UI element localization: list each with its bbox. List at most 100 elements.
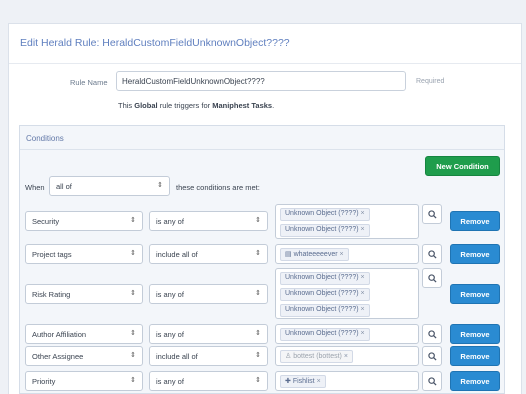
condition-value-tokenizer[interactable]: ▤ whateeeeever ×	[275, 244, 419, 264]
remove-condition-button[interactable]: Remove	[450, 211, 500, 231]
page-title: Edit Herald Rule: HeraldCustomFieldUnkno…	[20, 37, 290, 49]
conditions-panel: Conditions New Condition When all of ⇕ t…	[19, 125, 505, 394]
updown-arrow-icon: ⇕	[255, 352, 261, 359]
value-token[interactable]: Unknown Object (????) ×	[280, 208, 370, 221]
close-icon[interactable]: ×	[317, 378, 321, 385]
token-label: bottest (bottest)	[293, 353, 342, 360]
search-icon	[427, 273, 437, 283]
new-condition-button[interactable]: New Condition	[425, 156, 500, 176]
value-token[interactable]: Unknown Object (????) ×	[280, 304, 370, 317]
condition-operator-value: is any of	[156, 330, 184, 339]
close-icon[interactable]: ×	[340, 251, 344, 258]
updown-arrow-icon: ⇕	[130, 377, 136, 384]
updown-arrow-icon: ⇕	[255, 330, 261, 337]
condition-operator-value: is any of	[156, 290, 184, 299]
condition-field-select[interactable]: Security ⇕	[25, 211, 143, 231]
condition-field-value: Risk Rating	[32, 290, 71, 299]
condition-field-select[interactable]: Project tags ⇕	[25, 244, 143, 264]
condition-operator-select[interactable]: include all of ⇕	[149, 346, 268, 366]
summary-scope: Global	[134, 101, 158, 110]
browse-search-button[interactable]	[422, 204, 442, 224]
updown-arrow-icon: ⇕	[130, 250, 136, 257]
panel-header: Edit Herald Rule: HeraldCustomFieldUnkno…	[9, 24, 521, 64]
close-icon[interactable]: ×	[361, 226, 365, 233]
token-label: Unknown Object (????)	[285, 226, 359, 233]
condition-operator-value: include all of	[156, 352, 198, 361]
conditions-header: Conditions	[20, 126, 504, 150]
browse-search-button[interactable]	[422, 268, 442, 288]
condition-field-select[interactable]: Risk Rating ⇕	[25, 284, 143, 304]
search-icon	[427, 376, 437, 386]
condition-field-value: Author Affiliation	[32, 330, 87, 339]
updown-arrow-icon: ⇕	[255, 217, 261, 224]
updown-arrow-icon: ⇕	[130, 352, 136, 359]
browse-search-button[interactable]	[422, 371, 442, 391]
condition-operator-select[interactable]: is any of ⇕	[149, 284, 268, 304]
token-label: Unknown Object (????)	[285, 330, 359, 337]
condition-operator-select[interactable]: is any of ⇕	[149, 324, 268, 344]
value-token[interactable]: Unknown Object (????) ×	[280, 288, 370, 301]
browse-search-button[interactable]	[422, 324, 442, 344]
remove-condition-button[interactable]: Remove	[450, 324, 500, 344]
close-icon[interactable]: ×	[344, 353, 348, 360]
condition-field-select[interactable]: Priority ⇕	[25, 371, 143, 391]
search-icon	[427, 249, 437, 259]
when-tail-text: these conditions are met:	[176, 183, 260, 192]
value-token[interactable]: ♙ bottest (bottest) ×	[280, 350, 353, 363]
condition-field-value: Project tags	[32, 250, 72, 259]
search-icon	[427, 351, 437, 361]
summary-post: .	[272, 101, 275, 110]
value-token[interactable]: Unknown Object (????) ×	[280, 272, 370, 285]
condition-field-select[interactable]: Author Affiliation ⇕	[25, 324, 143, 344]
value-token[interactable]: ✚ Fishlist ×	[280, 375, 326, 388]
condition-value-tokenizer[interactable]: ♙ bottest (bottest) ×	[275, 346, 419, 366]
remove-condition-button[interactable]: Remove	[450, 284, 500, 304]
condition-operator-value: include all of	[156, 250, 198, 259]
updown-arrow-icon: ⇕	[130, 290, 136, 297]
updown-arrow-icon: ⇕	[130, 330, 136, 337]
summary-pre: This	[118, 101, 135, 110]
condition-value-tokenizer[interactable]: Unknown Object (????) × Unknown Object (?…	[275, 268, 419, 319]
token-label: Unknown Object (????)	[285, 274, 359, 281]
browse-search-button[interactable]	[422, 244, 442, 264]
condition-operator-select[interactable]: include all of ⇕	[149, 244, 268, 264]
remove-condition-button[interactable]: Remove	[450, 244, 500, 264]
close-icon[interactable]: ×	[361, 306, 365, 313]
updown-arrow-icon: ⇕	[130, 217, 136, 224]
rule-name-label: Rule Name	[70, 78, 108, 87]
condition-operator-select[interactable]: is any of ⇕	[149, 211, 268, 231]
condition-operator-select[interactable]: is any of ⇕	[149, 371, 268, 391]
condition-mode-select[interactable]: all of ⇕	[49, 176, 170, 196]
plus-icon: ✚	[285, 378, 293, 385]
browse-search-button[interactable]	[422, 346, 442, 366]
close-icon[interactable]: ×	[361, 274, 365, 281]
condition-value-tokenizer[interactable]: Unknown Object (????) ×	[275, 324, 419, 344]
rule-summary: This Global rule triggers for Maniphest …	[118, 101, 274, 110]
close-icon[interactable]: ×	[361, 330, 365, 337]
value-token[interactable]: ▤ whateeeeever ×	[280, 248, 349, 261]
briefcase-icon: ▤	[285, 251, 294, 258]
condition-operator-value: is any of	[156, 217, 184, 226]
condition-field-value: Priority	[32, 377, 56, 386]
summary-target: Maniphest Tasks	[212, 101, 273, 110]
remove-condition-button[interactable]: Remove	[450, 371, 500, 391]
condition-mode-value: all of	[56, 182, 72, 191]
value-token[interactable]: Unknown Object (????) ×	[280, 224, 370, 237]
condition-field-select[interactable]: Other Assignee ⇕	[25, 346, 143, 366]
summary-mid: rule triggers for	[157, 101, 213, 110]
rule-name-input[interactable]	[116, 71, 406, 91]
when-label: When	[25, 183, 45, 192]
close-icon[interactable]: ×	[361, 210, 365, 217]
close-icon[interactable]: ×	[361, 290, 365, 297]
updown-arrow-icon: ⇕	[255, 290, 261, 297]
remove-condition-button[interactable]: Remove	[450, 346, 500, 366]
conditions-title: Conditions	[26, 134, 64, 143]
condition-value-tokenizer[interactable]: ✚ Fishlist ×	[275, 371, 419, 391]
condition-value-tokenizer[interactable]: Unknown Object (????) × Unknown Object (?…	[275, 204, 419, 239]
token-label: whateeeeever	[293, 251, 338, 258]
condition-field-value: Other Assignee	[32, 352, 84, 361]
value-token[interactable]: Unknown Object (????) ×	[280, 328, 370, 341]
updown-arrow-icon: ⇕	[255, 250, 261, 257]
updown-arrow-icon: ⇕	[157, 182, 163, 189]
updown-arrow-icon: ⇕	[255, 377, 261, 384]
